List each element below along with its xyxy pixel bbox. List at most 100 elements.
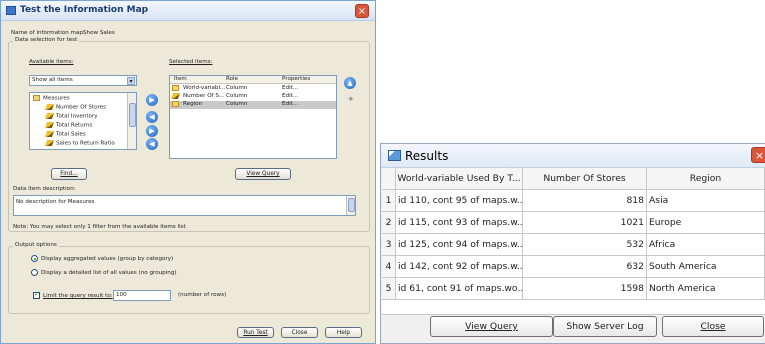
close-label: Close [700,321,726,332]
checkbox-checked[interactable] [33,291,40,299]
pencil-icon [44,113,55,119]
close-button[interactable]: Close [281,327,318,338]
pencil-icon [44,104,55,110]
view-query-button[interactable]: View Query [235,168,291,180]
row-number: 1 [382,190,396,212]
close-button[interactable]: Close [662,316,764,337]
arrow-left-icon[interactable]: ◀ [146,138,158,150]
note-text: Note: You may select only 1 filter from … [13,224,186,230]
description-scrollbar[interactable] [346,196,355,215]
pencil-icon [44,131,55,137]
limit-input[interactable]: 100 [113,290,171,301]
limit-checkbox[interactable]: Limit the query result to: [33,291,113,300]
radio-aggregated[interactable]: Display aggregated values (group by cate… [31,255,173,263]
arrow-up-icon[interactable]: ▲ [344,77,356,89]
properties-cell[interactable]: Edit... [282,85,298,92]
available-filter-select[interactable]: Show all items ▾ [29,75,137,86]
column-header[interactable]: Number Of Stores [523,168,647,190]
tree-root[interactable]: Measures [33,95,70,103]
table-cell: South America [647,256,765,278]
grid-header: Item Role Properties [170,76,336,84]
row-number: 4 [382,256,396,278]
table-cell: Asia [647,190,765,212]
show-server-log-button[interactable]: Show Server Log [553,316,657,337]
map-name-value: Show Sales [83,30,115,36]
limit-suffix: (number of rows) [178,292,227,298]
tree-item-label: Number Of Stores [56,104,107,111]
column-header: Properties [282,76,311,82]
arrow-right-icon[interactable]: ▶ [146,94,158,106]
data-selection-label: Data selection for test [13,37,80,44]
limit-value: 100 [116,292,127,298]
table-cell: 532 [523,234,647,256]
properties-cell[interactable]: Edit... [282,101,298,108]
radio-button-checked[interactable] [31,255,38,262]
arrow-right-icon[interactable]: ▶ [146,125,158,137]
column-header[interactable]: World-variable Used By T... [396,168,523,190]
pencil-icon [44,140,55,146]
tree-item[interactable]: Total Returns [44,122,93,130]
radio-button[interactable] [31,269,38,276]
table-row[interactable]: Number Of S... Column Edit... [170,93,336,101]
table-empty-area [382,300,765,315]
selected-items-label: Selected items: [169,59,213,65]
selected-items-grid[interactable]: Item Role Properties World-variabl... Co… [169,75,337,159]
tree-item[interactable]: Total Sales [44,131,86,139]
column-header: Item [174,76,187,82]
tree-item[interactable]: Total Inventory [44,113,98,121]
scrollbar-thumb[interactable] [129,103,136,127]
available-items-tree[interactable]: Measures Number Of Stores Total Inventor… [29,92,137,150]
run-test-button[interactable]: Run Test [237,327,274,338]
tree-root-label: Measures [43,95,70,102]
column-header[interactable]: Region [647,168,765,190]
pencil-icon [44,122,55,128]
table-cell: 1598 [523,278,647,300]
results-title: Results [405,149,449,163]
table-cell: id 61, cont 91 of maps.wo... [396,278,523,300]
arrow-down-icon[interactable]: ✦ [347,95,355,105]
item-cell: Number Of S... [183,93,225,99]
radio-detailed[interactable]: Display a detailed list of all values (n… [31,269,177,277]
row-number: 2 [382,212,396,234]
view-query-label: View Query [465,321,518,332]
tree-item[interactable]: Number Of Stores [44,104,107,112]
table-cell: id 125, cont 94 of maps.w... [396,234,523,256]
help-button[interactable]: Help [325,327,362,338]
properties-cell[interactable]: Edit... [282,93,298,100]
results-dialog: Results × World-variable Used By T... Nu… [380,143,765,344]
table-cell: Africa [647,234,765,256]
map-name-label: Name of information map: [11,30,85,36]
close-icon[interactable]: × [751,147,765,163]
available-items-label: Available items: [29,59,74,65]
row-number: 3 [382,234,396,256]
results-titlebar: Results × [381,144,765,168]
row-number-header [382,168,396,190]
tree-item-label: Total Inventory [56,113,98,120]
close-icon[interactable]: × [355,4,369,18]
table-cell: 632 [523,256,647,278]
table-row[interactable]: World-variabl... Column Edit... [170,85,336,93]
radio-detailed-label: Display a detailed list of all values (n… [41,270,177,276]
available-filter-value: Show all items [32,77,73,83]
table-cell: id 115, cont 93 of maps.w... [396,212,523,234]
output-options-label: Output options [13,242,59,249]
radio-aggregated-label: Display aggregated values (group by cate… [41,256,174,262]
view-query-button[interactable]: View Query [430,316,553,337]
table-cell: 818 [523,190,647,212]
column-header: Role [226,76,239,82]
find-button[interactable]: Find... [51,168,87,180]
table-cell: id 110, cont 95 of maps.w... [396,190,523,212]
table-cell: id 142, cont 92 of maps.w... [396,256,523,278]
chevron-down-icon[interactable]: ▾ [127,77,135,85]
table-row-selected[interactable]: Region Column Edit... [170,101,336,109]
dialog-titlebar: Test the Information Map × [1,1,375,21]
tree-item[interactable]: Sales to Return Ratio [44,140,115,148]
scrollbar-thumb[interactable] [348,198,355,212]
description-value: No description for Measures [16,199,95,205]
tree-scrollbar[interactable] [127,93,136,149]
tree-item-label: Total Sales [56,131,86,138]
arrow-left-icon[interactable]: ◀ [146,111,158,123]
tree-item-label: Total Returns [56,122,93,129]
description-field: No description for Measures [13,195,356,216]
role-cell: Column [226,101,248,107]
